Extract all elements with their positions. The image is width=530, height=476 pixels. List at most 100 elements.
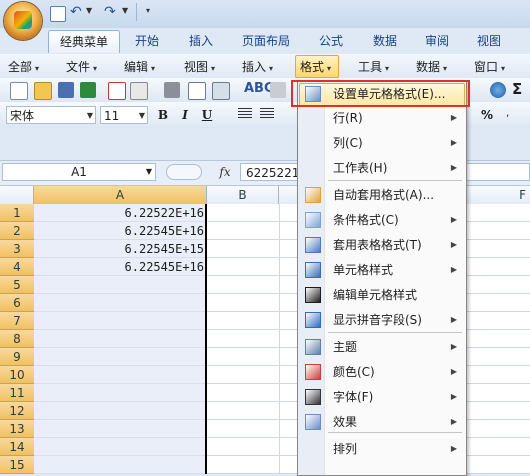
undo-dropdown-icon[interactable]: ▼	[86, 6, 92, 15]
cell-a[interactable]	[34, 384, 207, 402]
cell-a[interactable]: 6.22522E+16	[34, 204, 207, 222]
row-header[interactable]: 10	[0, 366, 34, 384]
save-icon[interactable]	[58, 82, 74, 98]
column-header-a[interactable]: A	[34, 186, 207, 204]
menu-window[interactable]: 窗口 ▾	[474, 58, 505, 76]
research-icon[interactable]	[212, 82, 230, 100]
tab-data[interactable]: 数据	[362, 30, 408, 52]
format-menu-item[interactable]: 行(R) ▶	[299, 106, 465, 130]
chevron-down-icon: ▾	[501, 64, 506, 73]
cell-a[interactable]: 6.22545E+15	[34, 240, 207, 258]
tab-review[interactable]: 审阅	[414, 30, 460, 52]
format-menu-item[interactable]: 工作表(H) ▶	[299, 156, 465, 180]
print-icon[interactable]	[164, 82, 180, 98]
align-left-icon[interactable]	[238, 108, 252, 120]
format-menu-item[interactable]: 列(C) ▶	[299, 131, 465, 155]
cell-a[interactable]	[34, 276, 207, 294]
format-menu-item[interactable]: 颜色(C) ▶	[299, 360, 465, 384]
insert-function-button[interactable]: fx	[210, 163, 240, 181]
format-menu-item[interactable]: 编辑单元格样式	[299, 283, 465, 307]
cut-icon[interactable]	[270, 82, 286, 98]
row-header[interactable]: 11	[0, 384, 34, 402]
comma-style-icon[interactable]: ,	[506, 108, 509, 119]
row-header[interactable]: 6	[0, 294, 34, 312]
pdf-icon[interactable]	[108, 82, 126, 100]
cell-a[interactable]: 6.22545E+16	[34, 222, 207, 240]
cell-a[interactable]	[34, 294, 207, 312]
format-menu-item[interactable]: 主题 ▶	[299, 335, 465, 359]
format-menu-item[interactable]: 套用表格格式(T) ▶	[299, 233, 465, 257]
row-header[interactable]: 15	[0, 456, 34, 474]
tab-page-layout[interactable]: 页面布局	[232, 30, 300, 52]
permission-icon[interactable]	[130, 82, 148, 100]
save-icon[interactable]	[50, 6, 66, 22]
cell-a[interactable]	[34, 402, 207, 420]
menu-data[interactable]: 数据 ▾	[416, 58, 447, 76]
row-header[interactable]: 5	[0, 276, 34, 294]
menu-all[interactable]: 全部 ▾	[8, 58, 39, 76]
chevron-down-icon: ▾	[443, 64, 448, 73]
format-menu-item[interactable]: 效果 ▶	[299, 410, 465, 434]
italic-button[interactable]: I	[176, 106, 194, 124]
row-header[interactable]: 4	[0, 258, 34, 276]
tab-insert[interactable]: 插入	[178, 30, 224, 52]
tab-formulas[interactable]: 公式	[308, 30, 354, 52]
select-all-corner[interactable]	[0, 186, 34, 204]
row-header[interactable]: 8	[0, 330, 34, 348]
row-header[interactable]: 2	[0, 222, 34, 240]
cell-a[interactable]	[34, 438, 207, 456]
format-menu-item[interactable]: 自动套用格式(A)...	[299, 183, 465, 207]
row-header[interactable]: 3	[0, 240, 34, 258]
menu-format[interactable]: 格式 ▾	[300, 58, 331, 76]
excel-icon[interactable]	[80, 82, 96, 98]
format-menu-item[interactable]: 条件格式(C) ▶	[299, 208, 465, 232]
menu-file[interactable]: 文件 ▾	[66, 58, 97, 76]
format-menu-item[interactable]: 单元格样式 ▶	[299, 258, 465, 282]
new-file-icon[interactable]	[10, 82, 28, 100]
row-header[interactable]: 12	[0, 402, 34, 420]
menu-edit[interactable]: 编辑 ▾	[124, 58, 155, 76]
bold-button[interactable]: B	[154, 106, 172, 124]
menu-insert[interactable]: 插入 ▾	[242, 58, 273, 76]
font-name-combo[interactable]: 宋体 ▼	[6, 106, 96, 124]
formula-bar-resize-handle[interactable]	[166, 164, 202, 180]
cell-a[interactable]	[34, 330, 207, 348]
cell-a[interactable]	[34, 348, 207, 366]
menu-tools[interactable]: 工具 ▾	[358, 58, 389, 76]
customize-qat-icon[interactable]: ▾	[146, 6, 150, 15]
tab-view[interactable]: 视图	[466, 30, 512, 52]
redo-icon[interactable]: ↷	[104, 4, 118, 20]
table-style-icon	[305, 237, 321, 253]
row-header[interactable]: 7	[0, 312, 34, 330]
percent-style-button[interactable]: %	[478, 106, 496, 124]
chevron-down-icon: ▼	[86, 111, 93, 120]
cell-a[interactable]: 6.22545E+16	[34, 258, 207, 276]
hyperlink-globe-icon[interactable]	[490, 82, 506, 98]
font-size-combo[interactable]: 11 ▼	[100, 106, 148, 124]
office-button[interactable]	[4, 2, 42, 40]
underline-button[interactable]: U	[198, 106, 216, 124]
print-preview-icon[interactable]	[188, 82, 206, 100]
cell-a[interactable]	[34, 366, 207, 384]
row-header[interactable]: 1	[0, 204, 34, 222]
tab-home[interactable]: 开始	[124, 30, 170, 52]
format-menu-item[interactable]: 显示拼音字段(S) ▶	[299, 308, 465, 332]
column-header-f[interactable]: F	[500, 186, 530, 204]
redo-dropdown-icon[interactable]: ▼	[122, 6, 128, 15]
row-header[interactable]: 13	[0, 420, 34, 438]
undo-icon[interactable]: ↶	[70, 4, 84, 20]
row-header[interactable]: 14	[0, 438, 34, 456]
open-folder-icon[interactable]	[34, 82, 52, 100]
row-header[interactable]: 9	[0, 348, 34, 366]
align-center-icon[interactable]	[260, 108, 274, 120]
format-menu-item[interactable]: 排列 ▶	[299, 437, 465, 461]
column-header-b[interactable]: B	[207, 186, 279, 204]
autosum-icon[interactable]: Σ	[512, 80, 522, 98]
menu-view[interactable]: 视图 ▾	[184, 58, 215, 76]
cell-a[interactable]	[34, 420, 207, 438]
format-menu-item[interactable]: 字体(F) ▶	[299, 385, 465, 409]
cell-a[interactable]	[34, 456, 207, 474]
cell-a[interactable]	[34, 312, 207, 330]
name-box[interactable]: A1 ▼	[2, 163, 156, 181]
tab-classic-menu[interactable]: 经典菜单	[48, 30, 120, 53]
